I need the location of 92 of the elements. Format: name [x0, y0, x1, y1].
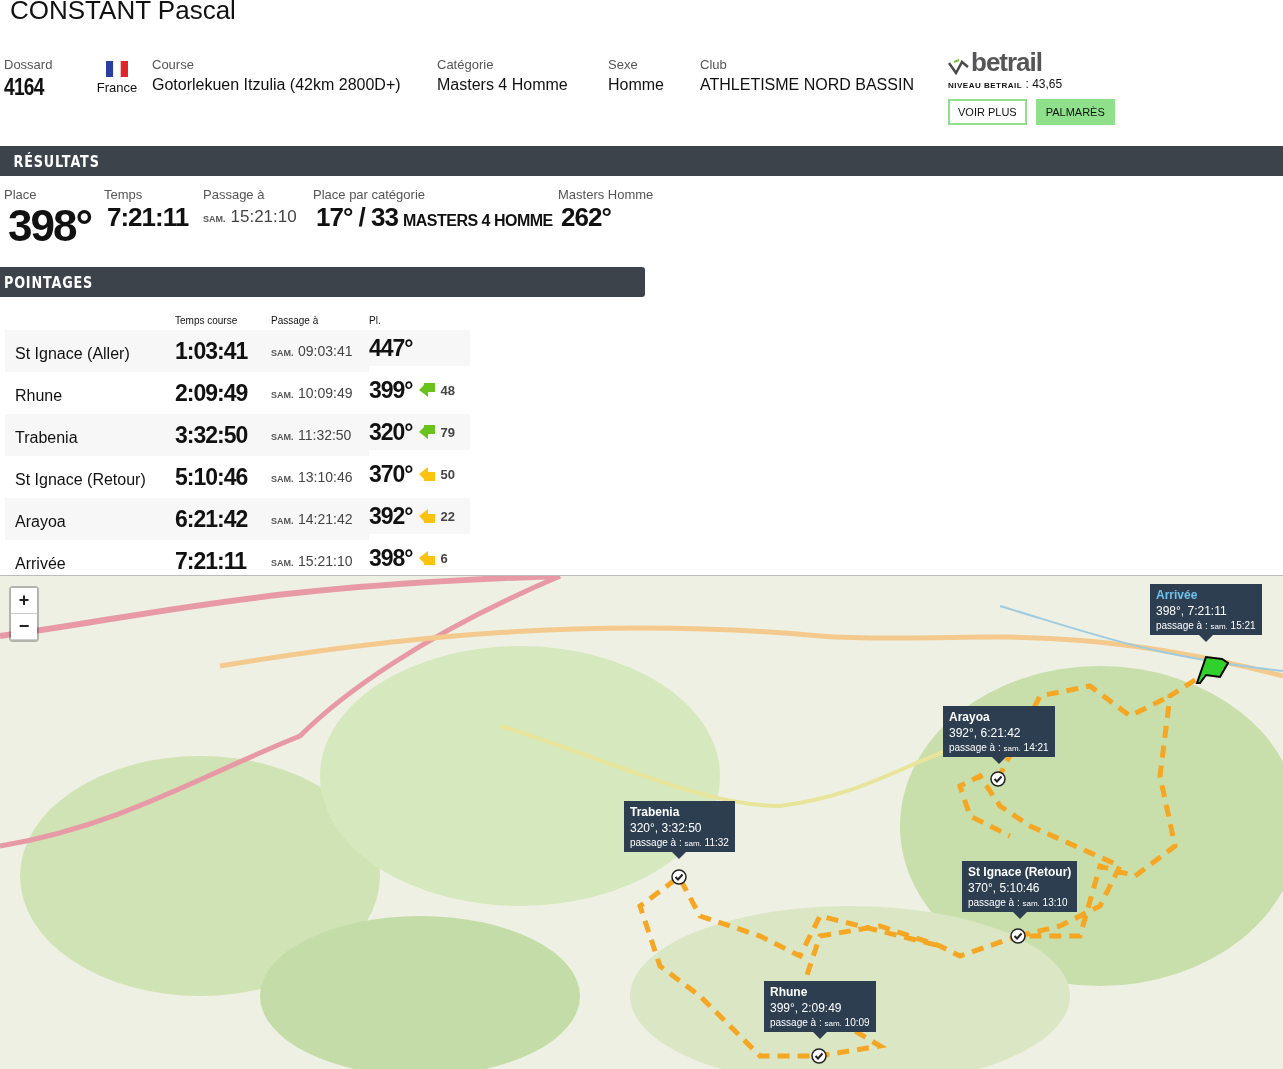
- result-label: Place: [4, 187, 38, 202]
- country-name: France: [96, 80, 138, 95]
- field-label: Dossard: [4, 57, 54, 72]
- race-time: 1:03:41: [175, 330, 271, 372]
- checkpoint-name: Trabenia: [5, 414, 175, 456]
- zoom-in-button[interactable]: +: [11, 588, 37, 614]
- place-value: 392°: [369, 502, 413, 530]
- result-value: 262°: [560, 202, 612, 232]
- passage-time: 13:10:46: [297, 469, 353, 485]
- field-label: Sexe: [608, 57, 639, 72]
- result-label: Place par catégorie: [313, 187, 426, 202]
- tooltip-title: Trabenia: [630, 805, 681, 819]
- checkpoint-name: St Ignace (Retour): [5, 456, 175, 498]
- field-label: Course: [152, 57, 195, 72]
- field-value: ATHLETISME NORD BASSIN: [700, 76, 915, 94]
- checkmark-icon[interactable]: [1010, 928, 1026, 944]
- day-label: SAM.: [271, 516, 294, 526]
- field-value: Homme: [608, 76, 665, 94]
- field-value: Masters 4 Homme: [437, 76, 569, 94]
- palmares-button[interactable]: PALMARÈS: [1035, 99, 1115, 125]
- level-label: NIVEAU BETRAIL: [948, 81, 1023, 90]
- betrail-logo: betrail: [948, 49, 1115, 75]
- race-time: 2:09:49: [175, 372, 271, 414]
- category-name: MASTERS 4 HOMME: [402, 212, 553, 230]
- checkpoint-name: Arrivée: [5, 540, 175, 582]
- place-value: 320°: [369, 418, 413, 446]
- passage-time: 14:21:42: [297, 511, 353, 527]
- passage-time: 11:32:50: [297, 427, 352, 443]
- checkmark-icon[interactable]: [990, 771, 1006, 787]
- passage-time: 09:03:41: [297, 343, 353, 359]
- place-change: 6: [440, 550, 448, 566]
- race-time: 5:10:46: [175, 456, 271, 498]
- tooltip-reading: 398°, 7:21:11: [1156, 604, 1228, 618]
- passage-time: 15:21:10: [297, 553, 353, 569]
- place-value: 399°: [369, 376, 413, 404]
- passage-time: 15:21:10: [230, 206, 297, 228]
- tooltip-passage: passage à : sam. 15:21: [1156, 620, 1256, 631]
- passage-time: 10:09:49: [297, 385, 353, 401]
- result-value: 7:21:11: [106, 202, 190, 232]
- athlete-name: CONSTANT Pascal: [9, 0, 237, 23]
- tooltip-title: Arayoa: [949, 710, 991, 724]
- day-label: SAM.: [271, 432, 294, 442]
- place-value: 370°: [369, 460, 413, 488]
- tooltip-reading: 370°, 5:10:46: [968, 881, 1041, 895]
- day-label: SAM.: [271, 558, 294, 568]
- result-label: Masters Homme: [558, 187, 654, 202]
- zoom-out-button[interactable]: −: [11, 614, 37, 640]
- tooltip-passage: passage à : sam. 13:10: [968, 897, 1069, 908]
- tooltip-reading: 399°, 2:09:49: [770, 1001, 843, 1015]
- column-header: Temps course: [175, 311, 271, 330]
- place-change: 48: [440, 382, 456, 398]
- flag-icon: [106, 61, 128, 77]
- field-label: Club: [700, 57, 728, 72]
- place-change: 79: [440, 424, 456, 440]
- section-header: RÉSULTATS: [0, 146, 1283, 176]
- field-value: Gotorlekuen Itzulia (42km 2800D+): [152, 76, 402, 94]
- more-button[interactable]: VOIR PLUS: [948, 99, 1027, 125]
- field-label: Catégorie: [437, 57, 495, 72]
- day-label: SAM.: [203, 214, 226, 224]
- checkpoint-name: Arayoa: [5, 498, 175, 540]
- day-label: SAM.: [271, 474, 294, 484]
- result-label: Passage à: [203, 187, 266, 202]
- level-value: : 43,65: [1025, 77, 1063, 91]
- place-value: 398°: [369, 544, 413, 572]
- tooltip-reading: 392°, 6:21:42: [949, 726, 1022, 740]
- race-time: 6:21:42: [175, 498, 271, 540]
- checkpoint-name: Rhune: [5, 372, 175, 414]
- tooltip-passage: passage à : sam. 14:21: [949, 742, 1049, 753]
- column-header: Passage à: [271, 311, 369, 330]
- race-time: 7:21:11: [175, 540, 271, 582]
- place-change: 50: [440, 466, 456, 482]
- tooltip-title: Arrivée: [1156, 588, 1199, 602]
- checkpoint-name: St Ignace (Aller): [5, 330, 175, 372]
- checkmark-icon[interactable]: [671, 869, 687, 885]
- tooltip-title: Rhune: [770, 985, 809, 999]
- tooltip-passage: passage à : sam. 11:32: [630, 837, 729, 848]
- checkmark-icon[interactable]: [811, 1048, 827, 1064]
- day-label: SAM.: [271, 348, 294, 358]
- bib-number: 4164: [4, 76, 46, 98]
- place-value: 447°: [369, 334, 413, 362]
- section-header: POINTAGES: [0, 267, 645, 297]
- tooltip-passage: passage à : sam. 10:09: [770, 1017, 870, 1028]
- place-value: 398°: [7, 202, 92, 250]
- race-time: 3:32:50: [175, 414, 271, 456]
- tooltip-reading: 320°, 3:32:50: [630, 821, 703, 835]
- day-label: SAM.: [271, 390, 294, 400]
- result-label: Temps: [104, 187, 144, 202]
- column-header: Pl.: [369, 311, 470, 330]
- tooltip-title: St Ignace (Retour): [968, 865, 1072, 879]
- flag-icon[interactable]: [1194, 653, 1230, 685]
- category-place: 17° / 33: [315, 202, 398, 232]
- place-change: 22: [440, 508, 456, 524]
